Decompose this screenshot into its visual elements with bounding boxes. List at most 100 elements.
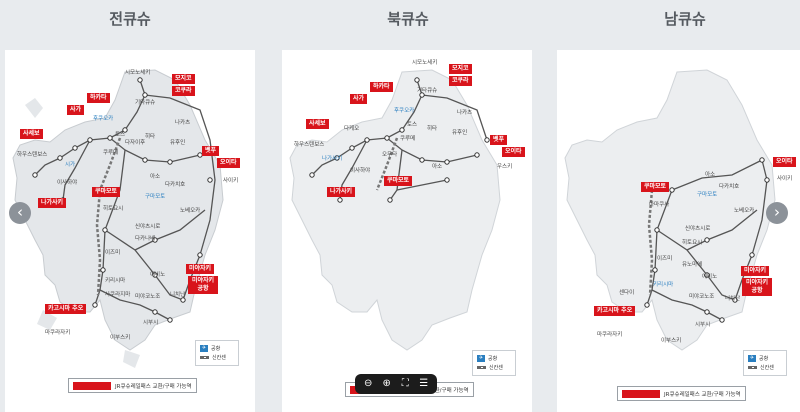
city-nobeoka: 노베오카 — [180, 208, 201, 214]
city-shibushi: 시부시 — [143, 320, 159, 326]
city-shinyatsushiro: 신야츠시로 — [685, 226, 711, 232]
label-miyazaki-airport: 미야자키 공항 — [742, 278, 772, 296]
label-hakata: 하카타 — [370, 82, 393, 92]
city-aso: 아소 — [150, 174, 161, 180]
city-nagasaki-airport: 나가사키 — [322, 156, 343, 162]
city-takanabe: 다카나베 — [135, 236, 156, 242]
city-aso: 아소 — [705, 172, 716, 178]
label-hakata: 하카타 — [87, 93, 110, 103]
info-button[interactable]: ☰ — [417, 377, 431, 391]
label-kokura: 코쿠라 — [449, 76, 472, 86]
label-kagoshima-chuo: 카고시마 추오 — [594, 306, 636, 316]
city-sakurajima: 사쿠라지마 — [105, 292, 131, 298]
label-sasebo: 사세보 — [20, 129, 43, 139]
prev-slide-button[interactable]: ‹ — [9, 202, 31, 224]
city-nobeoka: 노베오카 — [734, 208, 755, 214]
city-makurazaki: 마쿠라자키 — [45, 330, 71, 336]
map-card-north: 모지코 코쿠라 하카타 사가 사세보 벳푸 오이타 쿠마모토 나가사키 시모노세… — [282, 50, 532, 412]
pass-note-text: JR큐슈레일패스 교환/구매 가능역 — [115, 383, 192, 390]
city-shinyatsushiro: 신야츠시로 — [135, 224, 161, 230]
legend-shinkansen-text: 신칸센 — [760, 365, 774, 371]
city-shimonoseki: 시모노세키 — [125, 70, 151, 76]
legend-airport-text: 공항 — [211, 346, 221, 352]
label-miyazaki: 미야자키 — [741, 266, 770, 276]
pass-note-all: JR큐슈레일패스 교환/구매 가능역 — [68, 378, 197, 393]
city-ebino: 에비노 — [150, 272, 166, 278]
label-saga: 사가 — [67, 105, 85, 115]
city-ebino: 에비노 — [702, 274, 718, 280]
rail-dash-icon — [748, 366, 757, 369]
label-sasebo: 사세보 — [306, 119, 329, 129]
pass-station-swatch — [73, 381, 111, 390]
city-yufuin: 유후인 — [170, 140, 186, 146]
label-oita: 오이타 — [217, 158, 240, 168]
city-kitakyushu: 기타큐슈 — [135, 100, 156, 106]
fullscreen-button[interactable]: ⛶ — [398, 377, 412, 391]
map-card-all: 모지코 코쿠라 하카타 사가 사세보 벳푸 오이타 쿠마모토 나가사키 미야자키… — [5, 50, 255, 412]
city-isahaya: 이사하야 — [350, 168, 371, 174]
city-hitoyoshi: 히토요시 — [103, 206, 124, 212]
heading-all-kyushu: 전큐슈 — [109, 10, 151, 28]
city-miyakonojo: 미야코노조 — [135, 294, 161, 300]
city-nakatsu: 나카츠 — [457, 110, 473, 116]
city-saiki: 사이키 — [223, 178, 239, 184]
map-card-south: 오이타 쿠마모토 미야자키 미야자키 공항 카고시마 추오 아소 사이키 노베오… — [557, 50, 800, 412]
city-kitakyushu: 기타큐슈 — [417, 88, 438, 94]
pass-note-south: JR큐슈레일패스 교환/구매 가능역 — [617, 386, 746, 401]
label-mojiko: 모지코 — [449, 64, 472, 74]
plane-icon: ✈ — [200, 345, 208, 352]
plane-icon: ✈ — [748, 355, 756, 362]
legend-shinkansen-text: 신칸센 — [489, 365, 503, 371]
rail-dash-icon — [200, 356, 209, 359]
city-nichinan: 니치난 — [725, 296, 741, 302]
city-kirishima: 키리시마 — [653, 282, 674, 288]
next-slide-button[interactable]: › — [766, 202, 788, 224]
city-nichinan: 니치난 — [170, 292, 186, 298]
label-miyazaki: 미야자키 — [186, 264, 215, 274]
heading-south-kyushu: 남큐슈 — [664, 10, 706, 28]
city-aso: 아소 — [432, 164, 443, 170]
city-izumi: 이즈미 — [105, 250, 121, 256]
label-miyazaki-airport: 미야자키 공항 — [188, 276, 218, 294]
city-ibusuki: 이부스키 — [661, 338, 682, 344]
label-oita: 오이타 — [502, 147, 525, 157]
city-takeo: 다케오 — [344, 126, 360, 132]
city-tosu: 토스 — [115, 132, 126, 138]
zoom-out-button[interactable]: ⊖ — [361, 377, 375, 391]
city-takachiho: 다카치호 — [719, 184, 740, 190]
map-legend-all: ✈ 공항 신칸센 — [195, 340, 239, 366]
city-huistenbosch: 하우스텐보스 — [294, 142, 325, 148]
city-izumi: 이즈미 — [657, 256, 673, 262]
chevron-left-icon: ‹ — [17, 203, 23, 221]
city-dazaifu: 다자이후 — [125, 140, 146, 146]
label-kagoshima-chuo: 카고시마 추오 — [45, 304, 87, 314]
label-mojiko: 모지코 — [172, 74, 195, 84]
city-isahaya: 이사하야 — [57, 180, 78, 186]
pass-note-text: JR큐슈레일패스 교환/구매 가능역 — [664, 391, 741, 398]
city-fukuoka: 후쿠오카 — [93, 116, 114, 122]
rail-dash-icon — [477, 366, 486, 369]
city-amakusa: 아마쿠사 — [649, 202, 670, 208]
city-yunomae: 유노마에 — [682, 262, 703, 268]
city-hitoyoshi: 히토요시 — [682, 240, 703, 246]
city-fukuoka: 후쿠오카 — [394, 108, 415, 114]
plane-icon: ✈ — [477, 355, 485, 362]
chevron-right-icon: › — [774, 203, 780, 221]
city-kurume: 쿠루메 — [103, 150, 119, 156]
map-legend-north: ✈ 공항 신칸센 — [472, 350, 516, 376]
city-miyakonojo: 미야코노조 — [689, 294, 715, 300]
city-huistenbosch: 하우스텐보스 — [17, 152, 48, 158]
city-kumamoto-airport: 구마모토 — [145, 194, 166, 200]
label-saga: 사가 — [350, 94, 368, 104]
label-kumamoto: 쿠마모토 — [641, 182, 670, 192]
city-kirishima: 키리시마 — [105, 278, 126, 284]
city-kumamoto-airport: 구마모토 — [697, 192, 718, 198]
city-shimonoseki: 시모노세키 — [412, 60, 438, 66]
legend-shinkansen-text: 신칸센 — [212, 355, 226, 361]
city-sendai: 센다이 — [619, 290, 635, 296]
map-legend-south: ✈ 공항 신칸센 — [743, 350, 787, 376]
city-yufuin: 유후인 — [452, 130, 468, 136]
city-omuta: 오무타 — [382, 152, 398, 158]
zoom-in-button[interactable]: ⊕ — [380, 377, 394, 391]
label-nagasaki: 나가사키 — [327, 187, 356, 197]
